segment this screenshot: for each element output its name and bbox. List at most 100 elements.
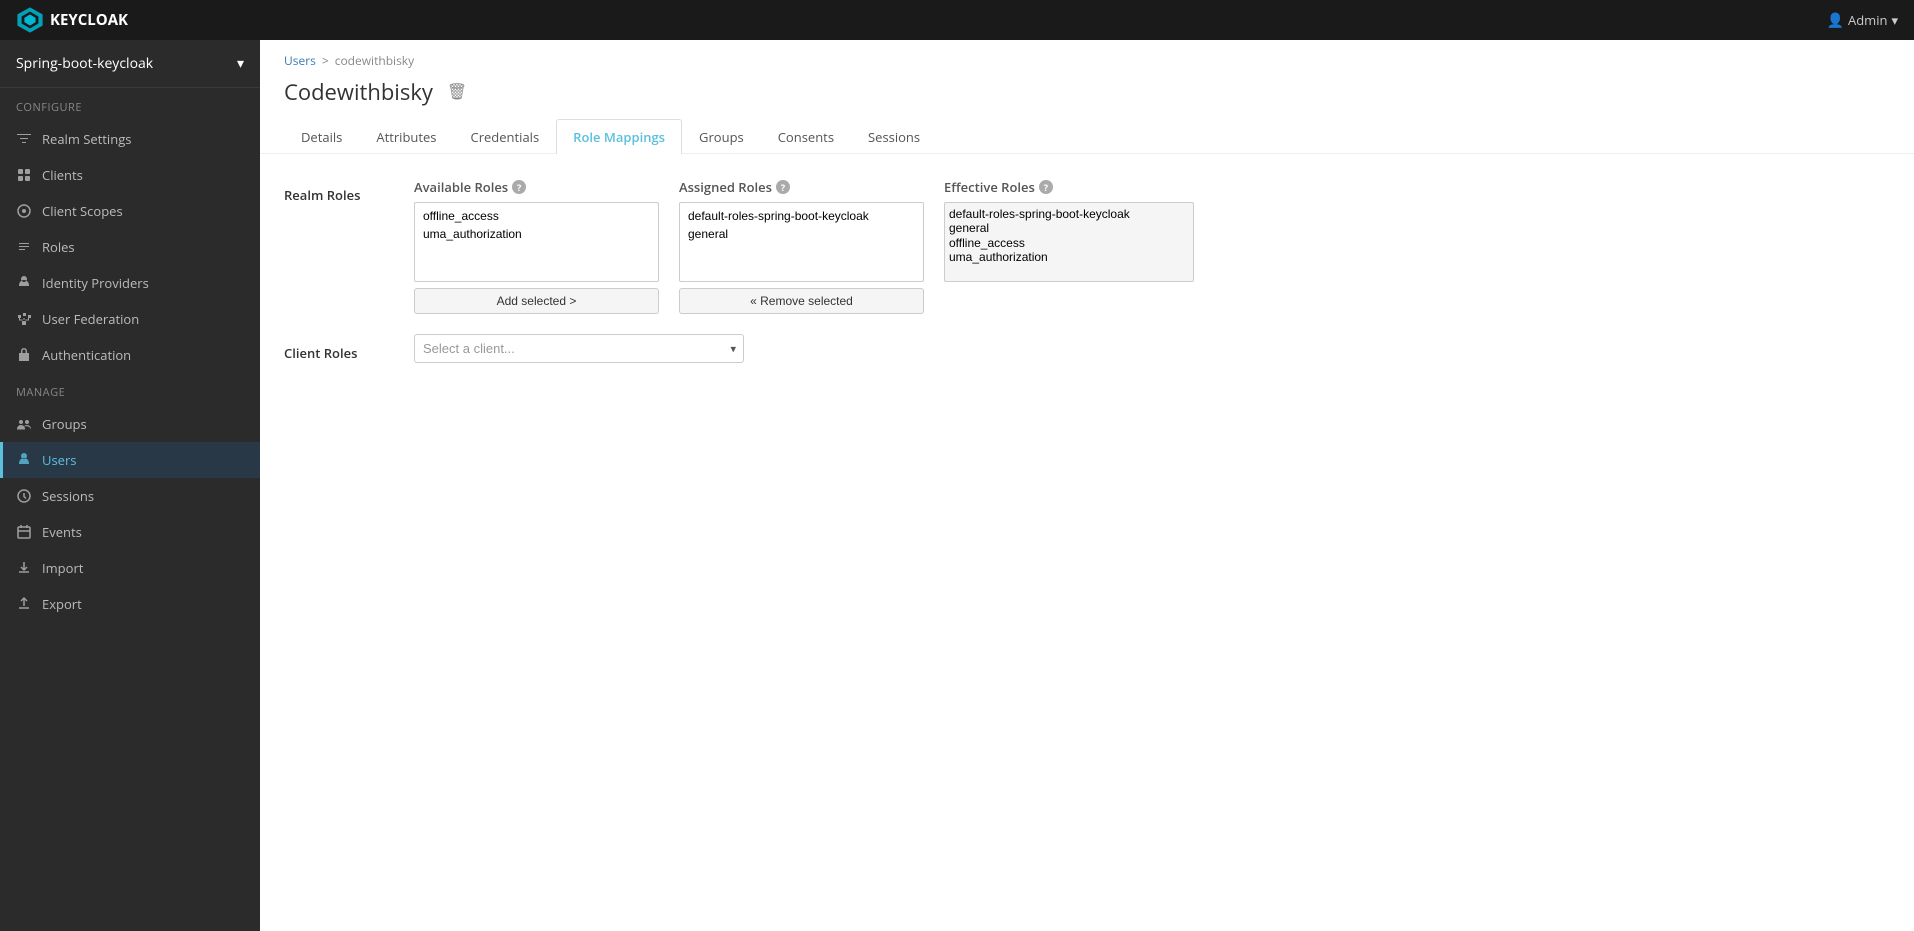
sidebar-item-label: Identity Providers [42,274,149,292]
sidebar-item-sessions[interactable]: Sessions [0,478,260,514]
brand-name: KEYCLOAK [50,10,128,30]
effective-roles-title: Effective Roles [944,178,1035,196]
effective-roles-help-icon[interactable]: ? [1039,180,1053,194]
client-roles-label: Client Roles [284,336,414,362]
breadcrumb-parent[interactable]: Users [284,52,316,69]
clients-icon [16,167,32,183]
tab-credentials[interactable]: Credentials [454,119,557,154]
tab-sessions[interactable]: Sessions [851,119,937,154]
sidebar-item-label: Client Scopes [42,202,123,220]
sidebar-item-authentication[interactable]: Authentication [0,337,260,373]
effective-role-item[interactable]: uma_authorization [949,250,1189,264]
tab-role-mappings[interactable]: Role Mappings [556,119,682,154]
assigned-role-item[interactable]: default-roles-spring-boot-keycloak [684,207,919,225]
sidebar-item-label: User Federation [42,310,139,328]
keycloak-logo-icon [16,6,44,34]
tab-details[interactable]: Details [284,119,359,154]
sidebar-item-label: Clients [42,166,83,184]
sessions-icon [16,488,32,504]
role-columns: Available Roles ? offline_access uma_aut… [414,178,1890,314]
client-select-wrapper: Select a client... ▾ [414,334,744,363]
available-roles-help-icon[interactable]: ? [512,180,526,194]
sidebar-item-label: Events [42,523,82,541]
effective-roles-header: Effective Roles ? [944,178,1194,196]
user-menu[interactable]: 👤 Admin ▾ [1827,11,1898,30]
sidebar-item-client-scopes[interactable]: Client Scopes [0,193,260,229]
effective-roles-listbox[interactable]: default-roles-spring-boot-keycloak gener… [944,202,1194,282]
realm-roles-section: Realm Roles Available Roles ? offline_ac… [284,178,1890,314]
manage-section-label: Manage [0,373,260,406]
configure-section-label: Configure [0,88,260,121]
sidebar-item-label: Groups [42,415,87,433]
federation-icon [16,311,32,327]
sidebar-item-user-federation[interactable]: User Federation [0,301,260,337]
sidebar-item-roles[interactable]: Roles [0,229,260,265]
tab-consents[interactable]: Consents [761,119,851,154]
tab-attributes[interactable]: Attributes [359,119,453,154]
add-selected-button[interactable]: Add selected > [414,288,659,314]
assigned-roles-column: Assigned Roles ? default-roles-spring-bo… [679,178,924,314]
sidebar-item-identity-providers[interactable]: Identity Providers [0,265,260,301]
sidebar-item-users[interactable]: Users [0,442,260,478]
sidebar-item-clients[interactable]: Clients [0,157,260,193]
user-label: Admin [1848,11,1887,29]
effective-role-item[interactable]: offline_access [949,236,1189,250]
sidebar-item-events[interactable]: Events [0,514,260,550]
sidebar-item-label: Roles [42,238,75,256]
page-title-row: Codewithbisky 🗑 [284,77,1890,107]
breadcrumb-current: codewithbisky [335,52,414,69]
import-icon [16,560,32,576]
available-role-item[interactable]: uma_authorization [419,225,654,243]
tab-groups[interactable]: Groups [682,119,761,154]
user-icon: 👤 [1827,11,1844,30]
sidebar-item-label: Authentication [42,346,131,364]
lock-icon [16,347,32,363]
available-roles-column: Available Roles ? offline_access uma_aut… [414,178,659,314]
scope-icon [16,203,32,219]
effective-roles-column: Effective Roles ? default-roles-spring-b… [944,178,1194,282]
realm-roles-label: Realm Roles [284,178,414,204]
brand-area: KEYCLOAK [16,6,128,34]
tabs: Details Attributes Credentials Role Mapp… [284,119,1890,153]
breadcrumb: Users > codewithbisky [284,52,1890,69]
sidebar-item-import[interactable]: Import [0,550,260,586]
realm-selector[interactable]: Spring-boot-keycloak ▾ [0,40,260,88]
sidebar-item-label: Export [42,595,82,613]
user-dropdown-arrow: ▾ [1891,11,1898,29]
client-roles-section: Client Roles Select a client... ▾ [284,334,1890,363]
sliders-icon [16,131,32,147]
breadcrumb-separator: > [322,52,329,69]
export-icon [16,596,32,612]
realm-name: Spring-boot-keycloak [16,54,153,73]
roles-icon [16,239,32,255]
available-roles-title: Available Roles [414,178,508,196]
content-area: Users > codewithbisky Codewithbisky 🗑 De… [260,40,1914,931]
effective-role-item[interactable]: default-roles-spring-boot-keycloak [949,207,1189,221]
remove-selected-button[interactable]: « Remove selected [679,288,924,314]
assigned-roles-header: Assigned Roles ? [679,178,924,196]
delete-user-button[interactable]: 🗑 [443,80,471,104]
sidebar-item-label: Import [42,559,83,577]
assigned-roles-help-icon[interactable]: ? [776,180,790,194]
groups-icon [16,416,32,432]
client-select[interactable]: Select a client... [414,334,744,363]
sidebar: Spring-boot-keycloak ▾ Configure Realm S… [0,40,260,931]
realm-arrow: ▾ [237,54,244,73]
keycloak-logo: KEYCLOAK [16,6,128,34]
available-roles-listbox[interactable]: offline_access uma_authorization [414,202,659,282]
assigned-roles-listbox[interactable]: default-roles-spring-boot-keycloak gener… [679,202,924,282]
content-body: Realm Roles Available Roles ? offline_ac… [260,154,1914,387]
sidebar-item-label: Realm Settings [42,130,131,148]
user-icon [16,452,32,468]
sidebar-item-groups[interactable]: Groups [0,406,260,442]
main-layout: Spring-boot-keycloak ▾ Configure Realm S… [0,40,1914,931]
sidebar-item-realm-settings[interactable]: Realm Settings [0,121,260,157]
sidebar-item-export[interactable]: Export [0,586,260,622]
assigned-role-item[interactable]: general [684,225,919,243]
available-roles-header: Available Roles ? [414,178,659,196]
top-navbar: KEYCLOAK 👤 Admin ▾ [0,0,1914,40]
assigned-roles-title: Assigned Roles [679,178,772,196]
sidebar-item-label: Sessions [42,487,94,505]
effective-role-item[interactable]: general [949,221,1189,235]
available-role-item[interactable]: offline_access [419,207,654,225]
